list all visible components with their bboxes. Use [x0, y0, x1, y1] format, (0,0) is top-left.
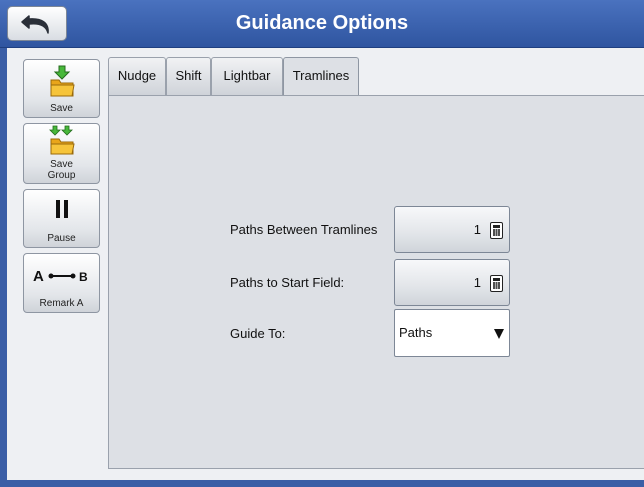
paths-to-start-field-value: 1 [473, 275, 481, 290]
a-b-line-icon: A B [24, 268, 99, 284]
point-a-text: A [33, 268, 44, 284]
tab-tramlines[interactable]: Tramlines [283, 57, 359, 97]
pause-button-label: Pause [47, 233, 76, 244]
back-arrow-icon [21, 14, 49, 34]
pause-icon [24, 200, 99, 218]
tab-lightbar[interactable]: Lightbar [211, 57, 283, 95]
paths-between-tramlines-field[interactable]: 1 [394, 206, 510, 253]
tramlines-panel [108, 95, 644, 469]
bottom-border [0, 480, 644, 487]
paths-between-tramlines-value: 1 [473, 222, 481, 237]
guide-to-value: Paths [399, 325, 433, 340]
save-group-button[interactable]: Save Group [23, 123, 100, 184]
calculator-icon [490, 222, 503, 239]
remark-a-button[interactable]: A B Remark A [23, 253, 100, 313]
tab-shift[interactable]: Shift [166, 57, 211, 95]
calculator-icon [490, 275, 503, 292]
remark-a-button-label: Remark A [39, 298, 84, 309]
back-button[interactable] [7, 6, 67, 41]
guide-to-select[interactable]: Paths [394, 309, 510, 357]
title-bar: Guidance Options [0, 0, 644, 48]
save-button[interactable]: Save [23, 59, 100, 118]
save-button-label: Save [50, 103, 73, 114]
dropdown-arrow-icon [494, 329, 504, 339]
paths-to-start-field-field[interactable]: 1 [394, 259, 510, 306]
pause-button[interactable]: Pause [23, 189, 100, 248]
save-folder-icon [24, 64, 99, 98]
guide-to-label: Guide To: [230, 326, 286, 341]
paths-to-start-field-label: Paths to Start Field: [230, 275, 345, 290]
window-title: Guidance Options [235, 12, 409, 34]
save-group-button-label: Save Group [47, 159, 76, 181]
save-group-folder-icon [24, 125, 99, 155]
app-frame: Guidance Options Save Save Group Pause A… [0, 0, 644, 487]
point-b-text: B [79, 270, 88, 284]
tab-nudge[interactable]: Nudge [108, 57, 166, 95]
paths-between-tramlines-label: Paths Between Tramlines [230, 222, 378, 237]
